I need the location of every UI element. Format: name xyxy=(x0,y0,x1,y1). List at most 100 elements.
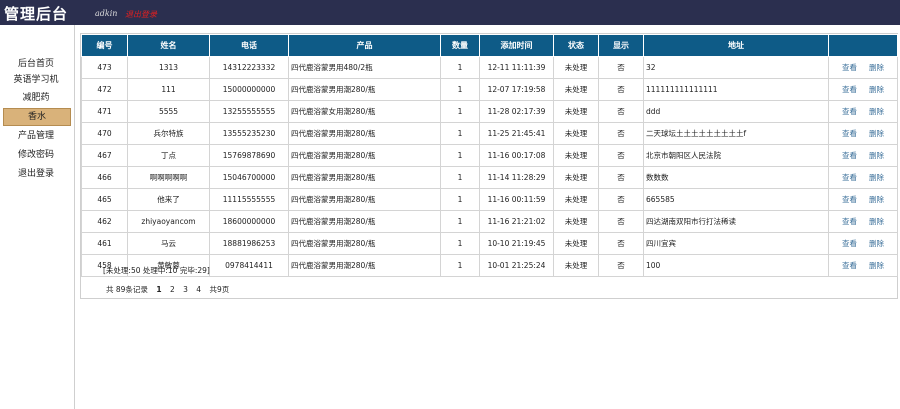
cell-id: 461 xyxy=(81,232,128,255)
delete-link[interactable]: 删除 xyxy=(869,195,884,204)
delete-link[interactable]: 删除 xyxy=(869,107,884,116)
orders-table: 编号 姓名 电话 产品 数量 添加时间 状态 显示 地址 473 1313 1431… xyxy=(81,34,898,277)
view-link[interactable]: 查看 xyxy=(842,85,857,94)
view-link[interactable]: 查看 xyxy=(842,195,857,204)
cell-actions: 查看 删除 xyxy=(828,100,898,123)
sidebar-item-english-learner[interactable]: 英语学习机 xyxy=(3,72,69,88)
sidebar-item-logout[interactable]: 退出登录 xyxy=(3,166,69,182)
cell-name: 111 xyxy=(127,78,210,101)
cell-quantity: 1 xyxy=(440,144,480,167)
cell-phone: 15769878690 xyxy=(209,144,289,167)
col-header-id: 编号 xyxy=(81,34,128,57)
cell-id: 466 xyxy=(81,166,128,189)
delete-link[interactable]: 删除 xyxy=(869,85,884,94)
cell-actions: 查看 删除 xyxy=(828,188,898,211)
cell-id: 470 xyxy=(81,122,128,145)
cell-added-time: 11-16 21:21:02 xyxy=(479,210,554,233)
cell-address: 四达湖南双阳市行打法稀读 xyxy=(643,210,829,233)
cell-added-time: 11-14 11:28:29 xyxy=(479,166,554,189)
cell-status: 未处理 xyxy=(553,188,599,211)
col-header-quantity: 数量 xyxy=(440,34,480,57)
header-logout-link[interactable]: 退出登录 xyxy=(125,9,157,20)
cell-id: 472 xyxy=(81,78,128,101)
cell-display: 否 xyxy=(598,254,644,277)
cell-address: ddd xyxy=(643,100,829,123)
cell-actions: 查看 删除 xyxy=(828,78,898,101)
table-row: 466 啊啊啊啊啊 15046700000 四代鹿浴蒙男用潮280/瓶 1 11-14 1… xyxy=(81,166,898,189)
delete-link[interactable]: 删除 xyxy=(869,217,884,226)
cell-id: 473 xyxy=(81,56,128,79)
orders-panel: 编号 姓名 电话 产品 数量 添加时间 状态 显示 地址 473 1313 1431… xyxy=(80,33,898,299)
view-link[interactable]: 查看 xyxy=(842,63,857,72)
cell-product: 四代鹿浴蒙男用潮280/瓶 xyxy=(288,210,441,233)
status-summary: [未处理:50 处理中:10 完毕:29] xyxy=(103,266,210,275)
col-header-address: 地址 xyxy=(643,34,829,57)
cell-phone: 0978414411 xyxy=(209,254,289,277)
view-link[interactable]: 查看 xyxy=(842,261,857,270)
cell-phone: 18881986253 xyxy=(209,232,289,255)
view-link[interactable]: 查看 xyxy=(842,151,857,160)
col-header-status: 状态 xyxy=(553,34,599,57)
cell-product: 四代鹿浴蒙男用潮280/瓶 xyxy=(288,122,441,145)
cell-name: 兵尔特族 xyxy=(127,122,210,145)
view-link[interactable]: 查看 xyxy=(842,239,857,248)
delete-link[interactable]: 删除 xyxy=(869,63,884,72)
record-count: 共 89条记录 xyxy=(106,285,148,294)
cell-name: 5555 xyxy=(127,100,210,123)
view-link[interactable]: 查看 xyxy=(842,217,857,226)
cell-address: 四川宜宾 xyxy=(643,232,829,255)
cell-quantity: 1 xyxy=(440,188,480,211)
sidebar-item-diet-pills[interactable]: 减肥药 xyxy=(3,90,69,106)
cell-quantity: 1 xyxy=(440,100,480,123)
cell-actions: 查看 删除 xyxy=(828,232,898,255)
delete-link[interactable]: 删除 xyxy=(869,173,884,182)
sidebar-item-perfume[interactable]: 香水 xyxy=(3,108,71,126)
delete-link[interactable]: 删除 xyxy=(869,239,884,248)
cell-status: 未处理 xyxy=(553,122,599,145)
cell-added-time: 12-07 17:19:58 xyxy=(479,78,554,101)
cell-status: 未处理 xyxy=(553,78,599,101)
page-link-2[interactable]: 2 xyxy=(170,285,175,294)
cell-status: 未处理 xyxy=(553,254,599,277)
delete-link[interactable]: 删除 xyxy=(869,129,884,138)
cell-name: 马云 xyxy=(127,232,210,255)
cell-name: zhiyaoyancom xyxy=(127,210,210,233)
cell-status: 未处理 xyxy=(553,210,599,233)
page-link-1[interactable]: 1 xyxy=(156,285,161,294)
cell-added-time: 10-01 21:25:24 xyxy=(479,254,554,277)
cell-added-time: 11-16 00:17:08 xyxy=(479,144,554,167)
cell-actions: 查看 删除 xyxy=(828,254,898,277)
cell-display: 否 xyxy=(598,188,644,211)
cell-status: 未处理 xyxy=(553,166,599,189)
cell-actions: 查看 删除 xyxy=(828,122,898,145)
cell-added-time: 11-28 02:17:39 xyxy=(479,100,554,123)
col-header-actions xyxy=(828,34,898,57)
sidebar-item-change-password[interactable]: 修改密码 xyxy=(3,147,69,163)
cell-product: 四代鹿浴蒙男用潮280/瓶 xyxy=(288,144,441,167)
page-link-3[interactable]: 3 xyxy=(183,285,188,294)
table-row: 470 兵尔特族 13555235230 四代鹿浴蒙男用潮280/瓶 1 11-25 21… xyxy=(81,122,898,145)
view-link[interactable]: 查看 xyxy=(842,173,857,182)
cell-phone: 15000000000 xyxy=(209,78,289,101)
sidebar-item-home[interactable]: 后台首页 xyxy=(3,56,69,72)
cell-product: 四代鹿浴蒙女用潮280/瓶 xyxy=(288,100,441,123)
delete-link[interactable]: 删除 xyxy=(869,151,884,160)
view-link[interactable]: 查看 xyxy=(842,129,857,138)
cell-display: 否 xyxy=(598,166,644,189)
page-link-4[interactable]: 4 xyxy=(196,285,201,294)
app-title: 管理后台 xyxy=(4,5,69,23)
table-row: 473 1313 14312223332 四代鹿浴蒙男用480/2瓶 1 12-11 11… xyxy=(81,56,898,79)
sidebar-item-product-management[interactable]: 产品管理 xyxy=(3,128,69,144)
view-link[interactable]: 查看 xyxy=(842,107,857,116)
delete-link[interactable]: 删除 xyxy=(869,261,884,270)
cell-phone: 13555235230 xyxy=(209,122,289,145)
cell-address: 北京市朝阳区人民法院 xyxy=(643,144,829,167)
cell-added-time: 11-25 21:45:41 xyxy=(479,122,554,145)
col-header-display: 显示 xyxy=(598,34,644,57)
table-row: 472 111 15000000000 四代鹿浴蒙男用潮280/瓶 1 12-07 17:… xyxy=(81,78,898,101)
col-header-added-time: 添加时间 xyxy=(479,34,554,57)
cell-actions: 查看 删除 xyxy=(828,56,898,79)
cell-added-time: 11-16 00:11:59 xyxy=(479,188,554,211)
table-row: 465 他来了 11115555555 四代鹿浴蒙男用潮280/瓶 1 11-16 00:… xyxy=(81,188,898,211)
cell-display: 否 xyxy=(598,232,644,255)
